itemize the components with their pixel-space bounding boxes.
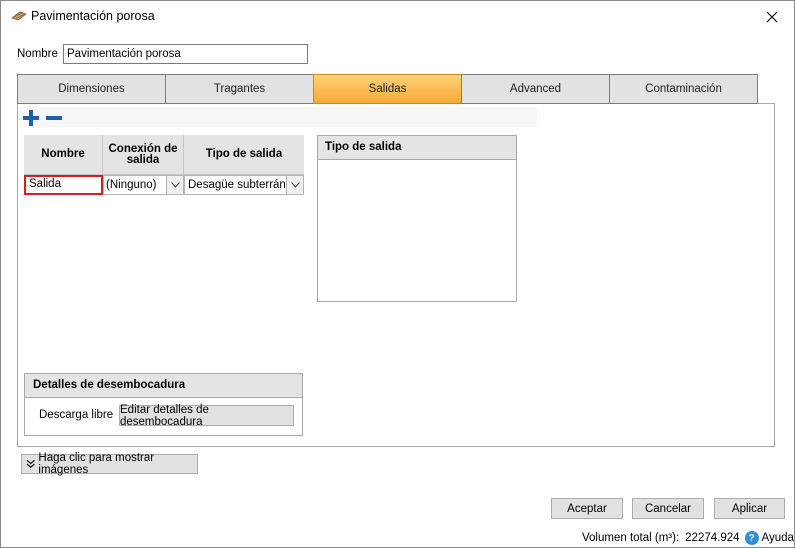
edit-outfall-details-button[interactable]: Editar detalles de desembocadura xyxy=(119,404,294,428)
tab-contaminacion[interactable]: Contaminación xyxy=(609,74,758,104)
status-bar: Volumen total (m³): 22274.924 ? Ayuda xyxy=(582,531,794,545)
tab-tragantes[interactable]: Tragantes xyxy=(165,74,314,104)
outfall-details-title: Detalles de desembocadura xyxy=(25,374,302,398)
close-button[interactable] xyxy=(750,1,794,32)
total-volume-label: Volumen total (m³): xyxy=(582,532,680,544)
outlet-type-panel: Tipo de salida xyxy=(317,135,517,302)
accept-button[interactable]: Aceptar xyxy=(551,498,623,519)
outlet-connection-value: (Ninguno) xyxy=(106,179,157,191)
plus-icon xyxy=(23,110,39,126)
minus-icon xyxy=(46,116,62,120)
porous-pavement-icon xyxy=(11,10,27,22)
show-images-label: Haga clic para mostrar imágenes xyxy=(38,452,155,476)
name-input[interactable] xyxy=(63,44,308,64)
cancel-button[interactable]: Cancelar xyxy=(632,498,704,519)
show-images-button[interactable]: Haga clic para mostrar imágenes xyxy=(21,452,198,476)
tab-salidas[interactable]: Salidas xyxy=(313,74,462,104)
column-header-name[interactable]: Nombre xyxy=(24,135,103,175)
table-row: Salida (Ninguno) Desagüe subterráneo xyxy=(24,175,304,195)
tab-strip: Dimensiones Tragantes Salidas Advanced C… xyxy=(17,74,763,104)
tab-dimensiones[interactable]: Dimensiones xyxy=(17,74,166,104)
apply-button[interactable]: Aplicar xyxy=(714,498,785,519)
outlet-type-value: Desagüe subterráneo xyxy=(188,179,299,191)
remove-outlet-button[interactable] xyxy=(45,109,63,127)
window-title: Pavimentación porosa xyxy=(31,9,155,23)
add-outlet-button[interactable] xyxy=(22,109,40,127)
close-icon xyxy=(766,11,778,22)
help-icon[interactable]: ? xyxy=(744,531,759,545)
dialog-window: Pavimentación porosa Nombre Dimensiones … xyxy=(0,0,795,548)
outlet-connection-select[interactable]: (Ninguno) xyxy=(103,175,184,195)
column-header-connection[interactable]: Conexión de salida xyxy=(103,135,184,175)
tab-advanced[interactable]: Advanced xyxy=(461,74,610,104)
title-bar: Pavimentación porosa xyxy=(1,1,794,32)
name-label: Nombre xyxy=(17,48,58,60)
column-header-type[interactable]: Tipo de salida xyxy=(184,135,304,175)
outlet-type-select[interactable]: Desagüe subterráneo xyxy=(184,175,304,195)
outfall-details-panel: Detalles de desembocadura Descarga libre… xyxy=(24,373,303,436)
grid-toolstrip xyxy=(19,107,537,127)
help-link[interactable]: Ayuda xyxy=(762,532,794,544)
outlet-name-cell[interactable]: Salida xyxy=(24,175,103,195)
chevron-down-icon[interactable] xyxy=(166,176,183,194)
outfall-type-label: Descarga libre xyxy=(39,409,114,421)
outlet-type-panel-title: Tipo de salida xyxy=(318,136,516,160)
chevron-down-icon[interactable] xyxy=(286,176,303,194)
outlets-grid-header: Nombre Conexión de salida Tipo de salida xyxy=(24,135,304,175)
double-chevron-down-icon xyxy=(26,459,35,469)
total-volume-value: 22274.924 xyxy=(685,532,740,544)
